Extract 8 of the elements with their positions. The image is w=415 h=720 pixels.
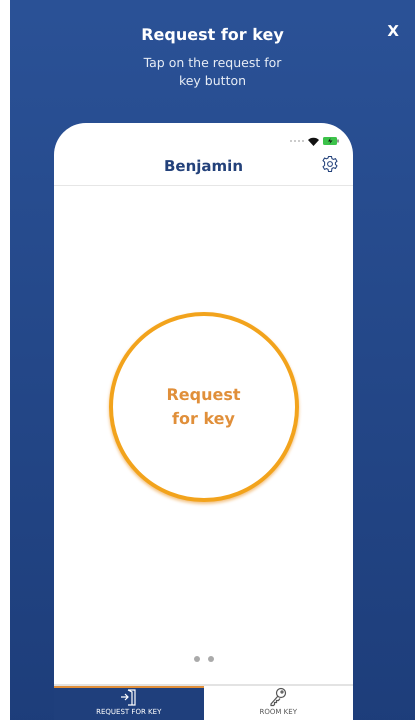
- instruction-text: Tap on the request for key button: [142, 54, 282, 90]
- key-icon: [268, 687, 288, 707]
- user-name: Benjamin: [164, 157, 243, 175]
- dialog-title: Request for key: [141, 25, 284, 44]
- settings-icon[interactable]: [321, 155, 339, 173]
- wifi-icon: [308, 136, 319, 146]
- close-button[interactable]: X: [387, 22, 399, 40]
- battery-icon: [323, 137, 339, 145]
